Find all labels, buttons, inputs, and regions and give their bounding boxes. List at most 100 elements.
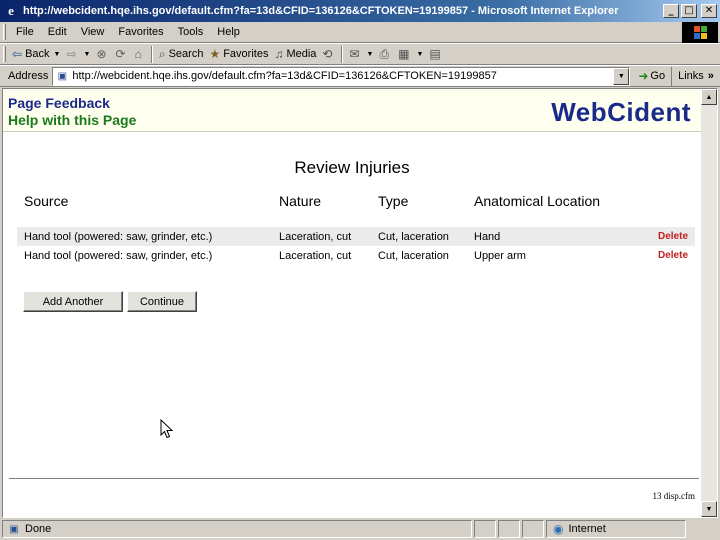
status-panel — [522, 520, 544, 538]
menu-file[interactable]: File — [9, 26, 41, 38]
search-button[interactable]: ⌕ Search — [156, 44, 207, 64]
column-header-location: Anatomical Location — [474, 193, 601, 209]
column-header-source: Source — [24, 193, 69, 209]
title-bar: e http://webcident.hqe.ihs.gov/default.c… — [0, 0, 720, 22]
menu-favorites[interactable]: Favorites — [111, 26, 170, 38]
print-button[interactable]: ⎙ — [376, 44, 395, 64]
add-another-button[interactable]: Add Another — [23, 291, 123, 312]
page-feedback-link[interactable]: Page Feedback — [8, 95, 110, 111]
zone-label: Internet — [568, 523, 606, 535]
column-header-nature: Nature — [279, 193, 322, 209]
forward-button[interactable]: ⇨ ▼ — [63, 44, 93, 64]
discuss-button[interactable]: ▤ — [426, 44, 446, 64]
home-button[interactable]: ⌂ — [132, 44, 148, 64]
menu-view[interactable]: View — [74, 26, 112, 38]
forward-arrow-icon: ⇨ — [66, 47, 77, 61]
media-button[interactable]: ♫ Media — [271, 44, 319, 64]
scroll-down-button[interactable]: ▼ — [701, 501, 717, 517]
help-with-page-link[interactable]: Help with this Page — [8, 112, 136, 128]
page-viewport: Page Feedback Help with this Page WebCid… — [2, 88, 718, 518]
address-dropdown-button[interactable]: ▼ — [613, 67, 630, 85]
cell-type: Cut, laceration — [378, 249, 449, 262]
favorites-label: Favorites — [223, 48, 269, 60]
status-main: ▣ Done — [2, 520, 472, 538]
back-button[interactable]: ⇦ Back ▼ — [9, 44, 63, 64]
forward-dropdown-icon[interactable]: ▼ — [84, 51, 91, 58]
go-arrow-icon: ➜ — [638, 69, 649, 83]
chevron-right-icon[interactable]: » — [708, 70, 714, 82]
status-panel — [498, 520, 520, 538]
links-toolbar[interactable]: Links » — [671, 66, 714, 86]
delete-link[interactable]: Delete — [625, 227, 695, 246]
favorites-star-icon: ★ — [209, 47, 221, 61]
menu-edit[interactable]: Edit — [41, 26, 74, 38]
favorites-button[interactable]: ★ Favorites — [206, 44, 271, 64]
go-button[interactable]: ➜ Go — [630, 69, 671, 83]
window-title: http://webcident.hqe.ihs.gov/default.cfm… — [23, 5, 619, 17]
mail-button[interactable]: ✉ ▼ — [346, 44, 376, 64]
standard-toolbar: ⇦ Back ▼ ⇨ ▼ ⊗ ⟳ ⌂ ⌕ Search ★ Favorites … — [0, 43, 720, 65]
cell-nature: Laceration, cut — [272, 227, 371, 246]
refresh-icon: ⟳ — [115, 47, 126, 61]
page-icon: ▣ — [57, 70, 68, 82]
minimize-button[interactable]: _ — [663, 4, 679, 18]
page-header: Page Feedback Help with this Page WebCid… — [3, 89, 701, 131]
menu-grip[interactable] — [3, 24, 6, 40]
go-label: Go — [650, 70, 666, 82]
injuries-table: Source Nature Type Anatomical Location H… — [17, 189, 695, 265]
address-label: Address — [8, 70, 49, 82]
back-arrow-icon: ⇦ — [12, 47, 23, 61]
menu-help[interactable]: Help — [210, 26, 247, 38]
security-zone: ◉ Internet — [546, 520, 686, 538]
menu-bar: File Edit View Favorites Tools Help — [0, 22, 720, 43]
page-done-icon: ▣ — [9, 523, 19, 535]
toolbar-grip[interactable] — [3, 46, 6, 62]
column-header-type: Type — [378, 193, 409, 209]
mail-icon: ✉ — [349, 47, 360, 61]
back-dropdown-icon[interactable]: ▼ — [54, 51, 61, 58]
menu-tools[interactable]: Tools — [171, 26, 211, 38]
stop-icon: ⊗ — [96, 47, 107, 61]
windows-logo-icon — [682, 22, 718, 43]
page-id-label: 13 disp.cfm — [652, 491, 696, 501]
table-row: Hand tool (powered: saw, grinder, etc.) … — [17, 246, 695, 265]
back-label: Back — [25, 48, 50, 60]
cell-nature: Laceration, cut — [279, 249, 352, 262]
ie-logo-icon: e — [8, 3, 14, 18]
webcident-logo: WebCident — [551, 97, 691, 127]
column-header-action — [625, 189, 695, 213]
close-button[interactable]: ✕ — [701, 4, 717, 18]
mail-dropdown-icon[interactable]: ▼ — [367, 51, 374, 58]
links-label: Links — [678, 70, 704, 82]
scroll-up-button[interactable]: ▲ — [701, 89, 717, 105]
edit-dropdown-icon[interactable]: ▼ — [416, 51, 423, 58]
delete-link[interactable]: Delete — [625, 246, 695, 265]
search-label: Search — [168, 48, 204, 60]
history-icon: ⟲ — [322, 47, 333, 61]
toolbar-separator — [341, 45, 344, 63]
toolbar-separator — [150, 45, 153, 63]
edit-icon: ▦ — [398, 47, 410, 61]
address-field[interactable]: ▣ http://webcident.hqe.ihs.gov/default.c… — [52, 66, 631, 86]
refresh-button[interactable]: ⟳ — [113, 44, 132, 64]
maximize-button[interactable]: □ — [681, 4, 697, 18]
vertical-scrollbar[interactable]: ▲ ▼ — [701, 89, 717, 517]
address-bar: Address ▣ http://webcident.hqe.ihs.gov/d… — [0, 65, 720, 87]
page-title: Review Injuries — [294, 158, 410, 177]
media-label: Media — [286, 48, 317, 60]
search-icon: ⌕ — [158, 46, 166, 61]
status-panel — [474, 520, 496, 538]
edit-button[interactable]: ▦ ▼ — [395, 44, 426, 64]
address-url[interactable]: http://webcident.hqe.ihs.gov/default.cfm… — [72, 70, 613, 82]
continue-button[interactable]: Continue — [127, 291, 197, 312]
cell-source: Hand tool (powered: saw, grinder, etc.) — [17, 227, 272, 246]
stop-button[interactable]: ⊗ — [93, 44, 112, 64]
table-spacer — [17, 213, 695, 227]
print-icon: ⎙ — [379, 46, 390, 61]
home-icon: ⌂ — [134, 47, 142, 61]
status-text: Done — [25, 523, 52, 535]
status-bar: ▣ Done ◉ Internet — [0, 518, 720, 540]
footer-divider — [9, 478, 699, 479]
cell-location: Hand — [467, 227, 625, 246]
history-button[interactable]: ⟲ — [319, 44, 338, 64]
